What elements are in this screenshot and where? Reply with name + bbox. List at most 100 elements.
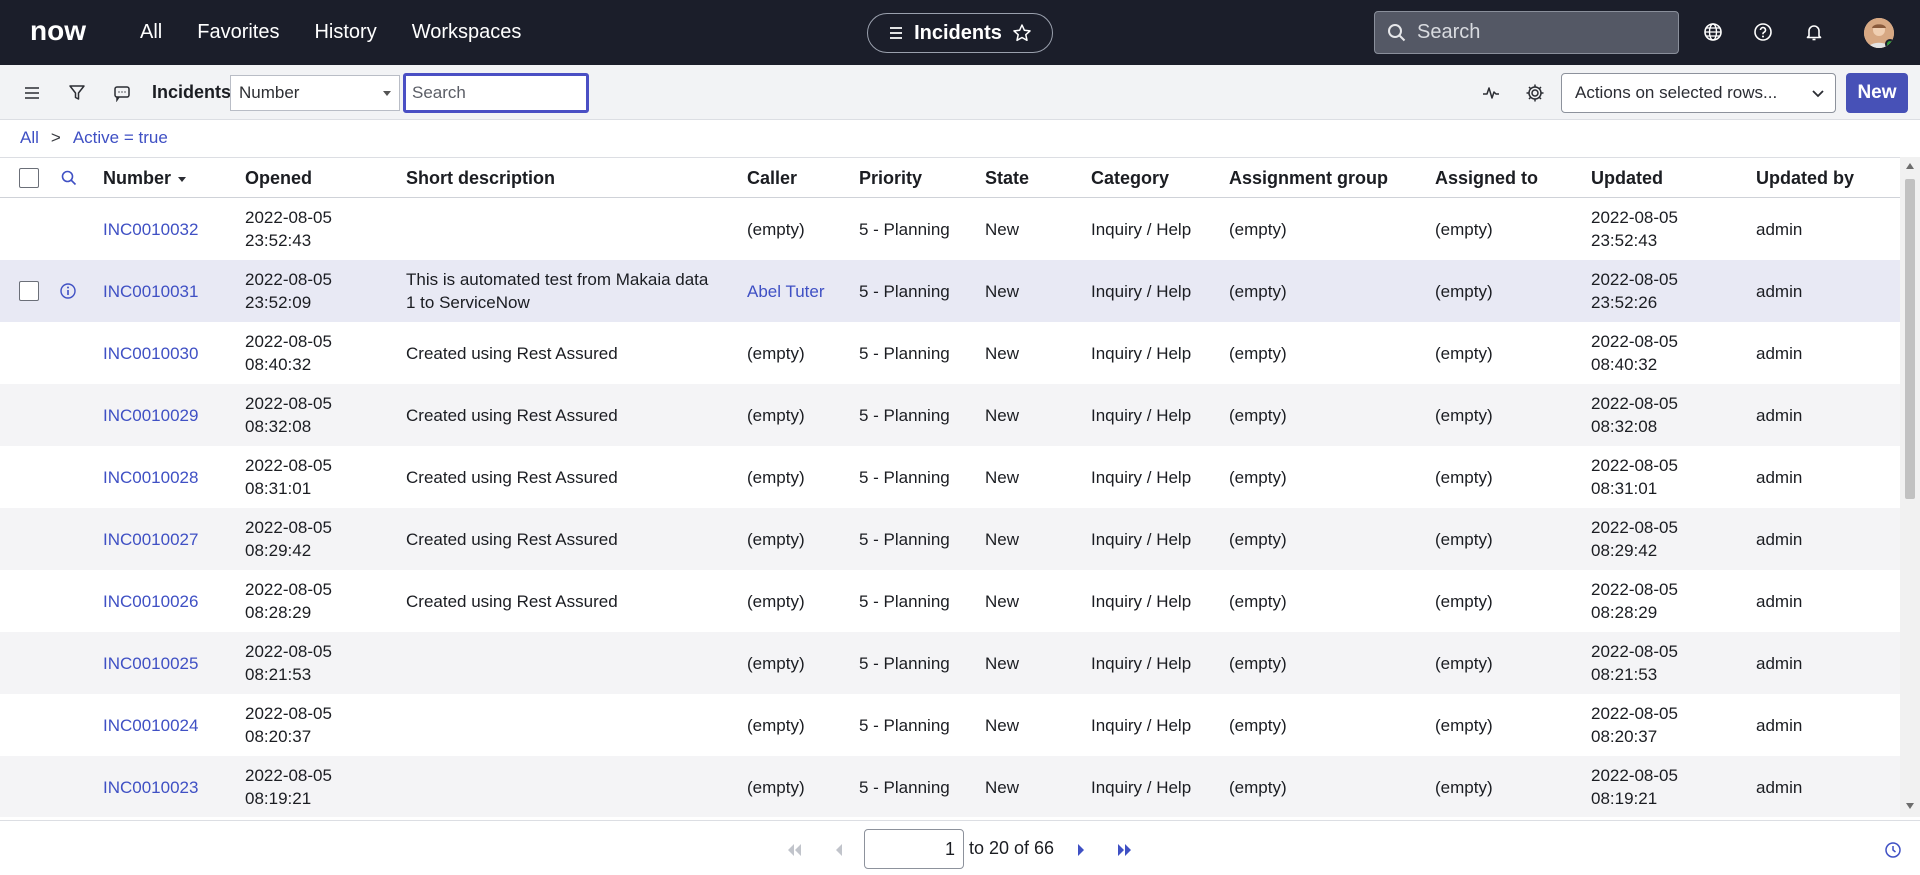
cell-opened: 2022-08-05 08:29:42	[245, 508, 332, 570]
list-search-input[interactable]	[403, 73, 589, 113]
last-page-icon[interactable]	[1114, 839, 1136, 861]
column-opened[interactable]: Opened	[245, 168, 312, 189]
cell-number[interactable]: INC0010023	[103, 756, 198, 817]
gear-icon[interactable]	[1523, 81, 1547, 105]
column-updated[interactable]: Updated	[1591, 168, 1663, 189]
sort-down-icon	[178, 177, 187, 183]
cell-opened: 2022-08-05 08:28:29	[245, 570, 332, 632]
cell-priority: 5 - Planning	[859, 343, 950, 363]
global-search[interactable]: Search	[1374, 11, 1679, 54]
cell-number[interactable]: INC0010031	[103, 260, 198, 322]
scroll-up-icon[interactable]	[1906, 163, 1914, 169]
column-priority[interactable]: Priority	[859, 168, 922, 189]
pulse-icon[interactable]	[1479, 81, 1503, 105]
cell-updated-line: 08:20:37	[1591, 727, 1658, 746]
cell-updated: 2022-08-05 23:52:43	[1591, 198, 1678, 260]
column-short-description[interactable]: Short description	[406, 168, 555, 189]
table-row[interactable]: INC0010024 2022-08-05 08:20:37 (empty) 5 - P…	[0, 694, 1900, 756]
table-row[interactable]: INC0010027 2022-08-05 08:29:42 Created usin…	[0, 508, 1900, 570]
nav-all[interactable]: All	[140, 21, 162, 44]
context-pill[interactable]: Incidents	[867, 13, 1053, 53]
column-assigned-to[interactable]: Assigned to	[1435, 168, 1538, 189]
vertical-scrollbar[interactable]	[1900, 157, 1920, 817]
cell-number[interactable]: INC0010024	[103, 694, 198, 756]
column-updated-by[interactable]: Updated by	[1756, 168, 1854, 189]
cell-priority: 5 - Planning	[859, 467, 950, 487]
context-title: Incidents	[914, 21, 1002, 44]
prev-page-icon[interactable]	[828, 839, 850, 861]
table-row[interactable]: INC0010031 2022-08-05 23:52:09 This is auto…	[0, 260, 1900, 322]
cell-updated-line: 2022-08-05	[1591, 580, 1678, 599]
scroll-down-icon[interactable]	[1906, 803, 1914, 809]
nav-favorites[interactable]: Favorites	[197, 21, 279, 44]
column-assignment-group[interactable]: Assignment group	[1229, 168, 1388, 189]
cell-number[interactable]: INC0010032	[103, 198, 198, 260]
cell-caller[interactable]: Abel Tuter	[747, 260, 825, 322]
actions-select[interactable]: Actions on selected rows...	[1561, 73, 1836, 113]
cell-updated-by: admin	[1756, 405, 1803, 425]
cell-number[interactable]: INC0010026	[103, 570, 198, 632]
star-icon[interactable]	[1012, 23, 1032, 43]
cell-assigned-to: (empty)	[1435, 529, 1493, 549]
table-row[interactable]: INC0010028 2022-08-05 08:31:01 Created usin…	[0, 446, 1900, 508]
cell-updated-by: admin	[1756, 715, 1803, 735]
nav-history[interactable]: History	[314, 21, 376, 44]
column-state[interactable]: State	[985, 168, 1029, 189]
presence-indicator	[1885, 39, 1894, 48]
select-all-checkbox[interactable]	[19, 168, 39, 188]
list-title: Incidents	[152, 82, 232, 102]
cell-updated-by: admin	[1756, 281, 1803, 301]
avatar[interactable]	[1864, 18, 1894, 48]
cell-number[interactable]: INC0010027	[103, 508, 198, 570]
scrollbar-thumb[interactable]	[1905, 179, 1915, 499]
actions-select-value: Actions on selected rows...	[1575, 83, 1778, 102]
bell-icon[interactable]	[1802, 20, 1826, 44]
filter-icon[interactable]	[65, 81, 89, 105]
cell-updated-by: admin	[1756, 343, 1803, 363]
global-search-placeholder: Search	[1417, 21, 1481, 43]
cell-priority: 5 - Planning	[859, 529, 950, 549]
first-page-icon[interactable]	[783, 839, 805, 861]
table-row[interactable]: INC0010025 2022-08-05 08:21:53 (empty) 5 - P…	[0, 632, 1900, 694]
new-button[interactable]: New	[1846, 73, 1908, 113]
clock-icon[interactable]	[1882, 839, 1904, 861]
chat-icon[interactable]	[110, 81, 134, 105]
globe-icon[interactable]	[1701, 20, 1725, 44]
nav-workspaces[interactable]: Workspaces	[412, 21, 522, 44]
info-icon[interactable]	[59, 282, 77, 300]
table-row[interactable]: INC0010023 2022-08-05 08:19:21 (empty) 5 - P…	[0, 756, 1900, 817]
search-icon[interactable]	[60, 169, 78, 187]
cell-number[interactable]: INC0010028	[103, 446, 198, 508]
cell-opened-line: 08:29:42	[245, 541, 312, 560]
cell-opened-line: 08:32:08	[245, 417, 312, 436]
column-category[interactable]: Category	[1091, 168, 1169, 189]
cell-caller: (empty)	[747, 591, 805, 611]
breadcrumb-all[interactable]: All	[20, 128, 39, 148]
column-number[interactable]: Number	[103, 168, 187, 189]
cell-number[interactable]: INC0010025	[103, 632, 198, 694]
cell-opened-line: 2022-08-05	[245, 704, 332, 723]
cell-assignment-group: (empty)	[1229, 653, 1287, 673]
row-checkbox[interactable]	[19, 281, 39, 301]
column-caller[interactable]: Caller	[747, 168, 797, 189]
cell-number[interactable]: INC0010030	[103, 322, 198, 384]
table-row[interactable]: INC0010029 2022-08-05 08:32:08 Created usin…	[0, 384, 1900, 446]
now-logo[interactable]: now	[30, 14, 102, 50]
cell-assignment-group: (empty)	[1229, 529, 1287, 549]
cell-short-description-line: Created using Rest Assured	[406, 405, 618, 425]
chevron-down-icon	[1812, 90, 1824, 98]
table-row[interactable]: INC0010026 2022-08-05 08:28:29 Created usin…	[0, 570, 1900, 632]
hamburger-icon[interactable]	[20, 81, 44, 105]
table-row[interactable]: INC0010030 2022-08-05 08:40:32 Created usin…	[0, 322, 1900, 384]
next-page-icon[interactable]	[1070, 839, 1092, 861]
field-select[interactable]: Number	[230, 75, 400, 111]
cell-opened-line: 08:40:32	[245, 355, 312, 374]
cell-number[interactable]: INC0010029	[103, 384, 198, 446]
cell-opened-line: 2022-08-05	[245, 394, 332, 413]
table-row[interactable]: INC0010032 2022-08-05 23:52:43 (empty) 5 - P…	[0, 198, 1900, 260]
help-icon[interactable]	[1751, 20, 1775, 44]
cell-updated-line: 08:29:42	[1591, 541, 1658, 560]
cell-opened-line: 2022-08-05	[245, 208, 332, 227]
breadcrumb-filter[interactable]: Active = true	[73, 128, 168, 148]
page-number-input[interactable]	[864, 829, 964, 869]
